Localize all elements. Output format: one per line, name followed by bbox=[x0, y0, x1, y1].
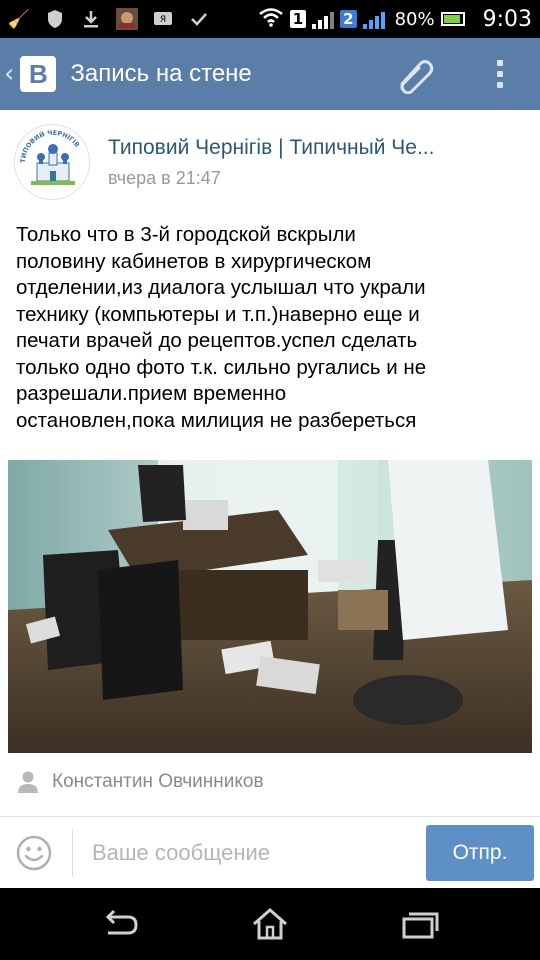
back-arrow-icon bbox=[105, 909, 138, 935]
sim2-badge: 2 bbox=[340, 10, 357, 28]
back-chevron-icon[interactable]: ‹ bbox=[4, 59, 14, 89]
check-icon bbox=[188, 8, 210, 30]
sim1-badge: 1 bbox=[289, 10, 307, 28]
recent-apps-icon bbox=[402, 912, 439, 939]
clock: 9:03 bbox=[482, 6, 532, 32]
shield-icon bbox=[44, 8, 66, 30]
user-icon bbox=[18, 771, 38, 793]
post-text-line: технику (компьютеры и т.п.)наверно еще и bbox=[16, 302, 420, 326]
message-input[interactable] bbox=[92, 833, 412, 873]
emoji-button[interactable] bbox=[16, 835, 52, 871]
paperclip-icon bbox=[400, 60, 434, 94]
app-thumbnail-icon bbox=[116, 8, 138, 30]
post-text-line: отделении,из диалога услышал что украли bbox=[16, 276, 426, 299]
post-text-line: половину кабинетов в хирургическом bbox=[16, 249, 372, 273]
post-header: ТИПОВИЙ ЧЕРНІГІВ Типовий Чернігів | Типи… bbox=[0, 110, 540, 210]
broom-icon: 🧹 bbox=[7, 8, 31, 30]
post-text-line: печати врачей до рецептов.успел сделать bbox=[16, 329, 418, 352]
vk-logo[interactable]: В bbox=[20, 56, 57, 92]
signer-name: Константин Овчинников bbox=[52, 771, 264, 792]
post-text: Только что в 3-й городской вскрыли полов… bbox=[16, 222, 526, 434]
send-button[interactable]: Отпр. bbox=[426, 825, 534, 881]
page-title: Запись на стене bbox=[70, 60, 252, 87]
comment-composer: Отпр. bbox=[0, 816, 540, 888]
app-header: ‹ В Запись на стене bbox=[0, 38, 540, 110]
svg-text:Я: Я bbox=[160, 15, 166, 25]
nav-home-button[interactable] bbox=[248, 904, 292, 944]
status-bar: 🧹 Я 1 2 80% 9:03 bbox=[0, 0, 540, 38]
post-text-line: разрешали.прием временно bbox=[16, 382, 287, 405]
nav-recents-button[interactable] bbox=[398, 904, 442, 944]
download-icon bbox=[80, 8, 102, 30]
smiley-icon bbox=[16, 835, 52, 871]
message-icon: Я bbox=[152, 8, 174, 30]
post-photo[interactable] bbox=[8, 460, 532, 753]
composer-divider bbox=[72, 829, 73, 877]
post-signer[interactable]: Константин Овчинников bbox=[16, 770, 264, 794]
battery-icon bbox=[440, 12, 465, 26]
home-icon bbox=[253, 908, 287, 940]
overflow-menu-button[interactable] bbox=[480, 52, 520, 96]
post-timestamp: вчера в 21:47 bbox=[108, 168, 221, 188]
signal-sim1-icon bbox=[312, 9, 335, 29]
attach-button[interactable] bbox=[390, 52, 438, 96]
nav-back-button[interactable] bbox=[98, 904, 142, 944]
group-avatar[interactable]: ТИПОВИЙ ЧЕРНІГІВ bbox=[14, 124, 90, 200]
system-nav-bar bbox=[0, 888, 540, 960]
battery-percent: 80% bbox=[394, 8, 435, 30]
signal-sim2-icon bbox=[362, 9, 385, 29]
post-text-line: только одно фото т.к. сильно ругались и … bbox=[16, 355, 427, 379]
post-author[interactable]: Типовий Чернігів | Типичный Че... bbox=[108, 136, 434, 160]
wifi-icon bbox=[258, 7, 284, 31]
post-text-line: Только что в 3-й городской вскрыли bbox=[16, 223, 356, 246]
post-text-line: остановлен,пока милиция не разбереться bbox=[16, 408, 417, 432]
